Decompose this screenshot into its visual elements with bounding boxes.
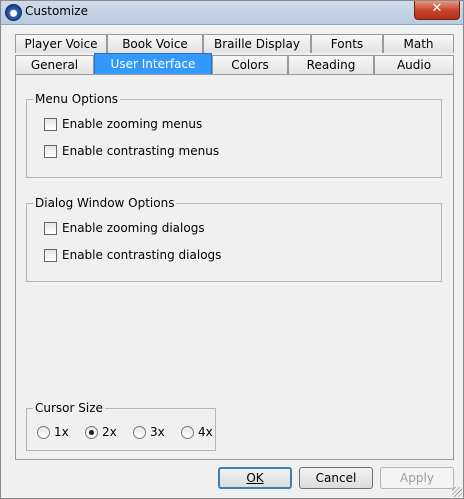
zooming-dialogs-label: Enable zooming dialogs bbox=[62, 221, 205, 235]
zooming-menus-checkbox[interactable] bbox=[44, 118, 57, 131]
tab-user-interface[interactable]: User Interface bbox=[94, 53, 212, 75]
zooming-dialogs-checkbox[interactable] bbox=[44, 222, 57, 235]
cursor-size-4x-radio[interactable] bbox=[181, 426, 194, 439]
tab-audio[interactable]: Audio bbox=[374, 55, 454, 74]
resize-grip-icon[interactable] bbox=[452, 487, 462, 497]
cursor-size-2x-label: 2x bbox=[102, 425, 117, 439]
cursor-size-3x-label: 3x bbox=[150, 425, 165, 439]
tab-panel-user-interface: Menu Options Enable zooming menus Enable… bbox=[15, 74, 454, 460]
cursor-size-1x-radio[interactable] bbox=[37, 426, 50, 439]
menu-options-legend: Menu Options bbox=[33, 92, 121, 106]
tab-colors[interactable]: Colors bbox=[212, 55, 288, 74]
ok-button[interactable]: OK bbox=[218, 467, 292, 489]
contrasting-dialogs-checkbox[interactable] bbox=[44, 249, 57, 262]
close-icon[interactable]: ✕ bbox=[414, 0, 460, 20]
cursor-size-legend: Cursor Size bbox=[33, 401, 105, 415]
dialog-options-legend: Dialog Window Options bbox=[33, 196, 177, 210]
cursor-size-1x-label: 1x bbox=[54, 425, 69, 439]
tab-braille-display[interactable]: Braille Display bbox=[203, 34, 311, 53]
tab-player-voice[interactable]: Player Voice bbox=[15, 34, 107, 53]
apply-button[interactable]: Apply bbox=[380, 467, 454, 489]
tab-fonts[interactable]: Fonts bbox=[311, 34, 383, 53]
cancel-button[interactable]: Cancel bbox=[299, 467, 373, 489]
tab-book-voice[interactable]: Book Voice bbox=[107, 34, 203, 53]
title-bar[interactable]: Customize ✕ bbox=[0, 0, 464, 25]
menu-options-group: Menu Options Enable zooming menus Enable… bbox=[26, 92, 442, 178]
window-title: Customize bbox=[25, 4, 88, 18]
cursor-size-4x-label: 4x bbox=[198, 425, 213, 439]
app-logo-icon bbox=[5, 4, 22, 21]
contrasting-dialogs-label: Enable contrasting dialogs bbox=[62, 248, 222, 262]
cursor-size-2x-radio[interactable] bbox=[85, 426, 98, 439]
cursor-size-group: Cursor Size 1x 2x 3x 4x bbox=[26, 401, 216, 451]
tab-general[interactable]: General bbox=[15, 55, 94, 74]
contrasting-menus-checkbox[interactable] bbox=[44, 145, 57, 158]
tab-reading[interactable]: Reading bbox=[288, 55, 374, 74]
contrasting-menus-label: Enable contrasting menus bbox=[62, 144, 220, 158]
cursor-size-3x-radio[interactable] bbox=[133, 426, 146, 439]
zooming-menus-label: Enable zooming menus bbox=[62, 117, 203, 131]
dialog-options-group: Dialog Window Options Enable zooming dia… bbox=[26, 196, 442, 282]
tab-math[interactable]: Math bbox=[383, 34, 454, 53]
